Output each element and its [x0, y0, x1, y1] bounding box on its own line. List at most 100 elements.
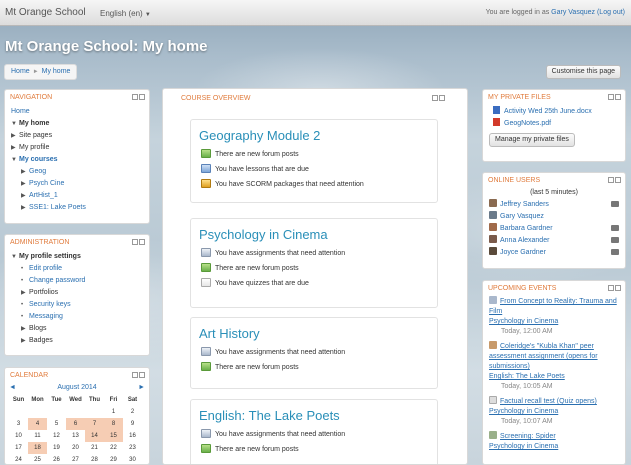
online-user[interactable]: Anna Alexander	[483, 235, 625, 247]
user-link[interactable]: Barbara Gardner	[500, 225, 553, 232]
collapse-icon[interactable]	[139, 372, 145, 378]
admin-item-portfolios[interactable]: ▶ Portfolios	[11, 287, 143, 299]
admin-item-edit-profile[interactable]: • Edit profile	[11, 263, 143, 275]
dock-icon[interactable]	[132, 239, 138, 245]
user-link[interactable]: Anna Alexander	[500, 237, 549, 244]
breadcrumb-my-home[interactable]: My home	[42, 68, 71, 75]
course-notice[interactable]: You have quizzes that are due	[191, 276, 437, 291]
calendar-day[interactable]: 9	[123, 418, 142, 430]
admin-item-security-keys[interactable]: • Security keys	[11, 299, 143, 311]
admin-link[interactable]: Messaging	[29, 313, 63, 320]
admin-item-messaging[interactable]: • Messaging	[11, 311, 143, 323]
course-link[interactable]: SSE1: Lake Poets	[29, 204, 86, 211]
calendar-day[interactable]: 22	[104, 442, 123, 454]
course-title-link[interactable]: English: The Lake Poets	[191, 400, 437, 427]
calendar-day[interactable]: 12	[47, 430, 66, 442]
nav-course-arthist[interactable]: ▶ ArtHist_1	[11, 190, 143, 202]
course-notice[interactable]: You have SCORM packages that need attent…	[191, 177, 437, 192]
course-notice[interactable]: You have assignments that need attention	[191, 246, 437, 261]
calendar-day[interactable]: 30	[123, 454, 142, 464]
calendar-day[interactable]: 28	[85, 454, 104, 464]
collapse-icon[interactable]	[139, 94, 145, 100]
calendar-day[interactable]: 4	[28, 418, 47, 430]
collapse-icon[interactable]	[615, 177, 621, 183]
admin-link[interactable]: Security keys	[29, 301, 71, 308]
dock-icon[interactable]	[608, 177, 614, 183]
calendar-day[interactable]: 26	[47, 454, 66, 464]
event-course-link[interactable]: Psychology in Cinema	[489, 443, 558, 450]
calendar-day[interactable]: 5	[47, 418, 66, 430]
calendar-day[interactable]: 17	[9, 442, 28, 454]
message-icon[interactable]	[611, 237, 619, 243]
admin-section-profile-settings[interactable]: ▼ My profile settings	[11, 251, 143, 263]
nav-course-psych[interactable]: ▶ Psych Cine	[11, 178, 143, 190]
next-month-icon[interactable]: ►	[138, 382, 145, 394]
calendar-day[interactable]: 11	[28, 430, 47, 442]
calendar-day[interactable]: 24	[9, 454, 28, 464]
calendar-day[interactable]: 27	[66, 454, 85, 464]
nav-home-link[interactable]: Home	[11, 108, 30, 115]
manage-private-files-button[interactable]: Manage my private files	[489, 133, 575, 147]
course-link[interactable]: Geog	[29, 168, 46, 175]
event-title-link[interactable]: Coleridge's "Kubla Khan" peer assessment…	[489, 343, 598, 370]
course-title-link[interactable]: Art History	[191, 318, 437, 345]
collapse-icon[interactable]	[439, 95, 445, 101]
user-link[interactable]: Gary Vasquez	[500, 213, 544, 220]
course-link[interactable]: ArtHist_1	[29, 192, 58, 199]
message-icon[interactable]	[611, 201, 619, 207]
message-icon[interactable]	[611, 249, 619, 255]
calendar-day[interactable]: 15	[104, 430, 123, 442]
calendar-day[interactable]: 16	[123, 430, 142, 442]
nav-course-geog[interactable]: ▶ Geog	[11, 166, 143, 178]
user-profile-link[interactable]: Gary Vasquez	[551, 9, 595, 16]
prev-month-icon[interactable]: ◄	[9, 382, 16, 394]
customise-page-button[interactable]: Customise this page	[545, 65, 621, 79]
course-notice[interactable]: There are new forum posts	[191, 442, 437, 457]
calendar-day[interactable]: 2	[123, 406, 142, 418]
admin-item-blogs[interactable]: ▶ Blogs	[11, 323, 143, 335]
calendar-day[interactable]: 10	[9, 430, 28, 442]
event-course-link[interactable]: Psychology in Cinema	[489, 318, 558, 325]
online-user[interactable]: Barbara Gardner	[483, 223, 625, 235]
file-link[interactable]: Activity Wed 25th June.docx	[504, 108, 592, 115]
dock-icon[interactable]	[132, 94, 138, 100]
calendar-day[interactable]: 23	[123, 442, 142, 454]
collapse-icon[interactable]	[615, 94, 621, 100]
course-notice[interactable]: There are new forum posts	[191, 360, 437, 375]
breadcrumb-home[interactable]: Home	[11, 68, 30, 75]
dock-icon[interactable]	[132, 372, 138, 378]
online-user[interactable]: Joyce Gardner	[483, 247, 625, 259]
admin-link[interactable]: Edit profile	[29, 265, 62, 272]
event-course-link[interactable]: English: The Lake Poets	[489, 373, 565, 380]
calendar-day[interactable]: 29	[104, 454, 123, 464]
collapse-icon[interactable]	[139, 239, 145, 245]
course-notice[interactable]: There are new forum posts	[191, 261, 437, 276]
nav-item-site-pages[interactable]: ▶ Site pages	[11, 130, 143, 142]
calendar-day[interactable]: 13	[66, 430, 85, 442]
language-selector[interactable]: English (en) ▼	[100, 9, 151, 18]
calendar-day[interactable]: 18	[28, 442, 47, 454]
course-notice[interactable]: You have lessons that are due	[191, 162, 437, 177]
site-brand[interactable]: Mt Orange School	[5, 7, 86, 18]
admin-item-change-password[interactable]: • Change password	[11, 275, 143, 287]
admin-link[interactable]: Change password	[29, 277, 85, 284]
nav-course-sse1[interactable]: ▶ SSE1: Lake Poets	[11, 202, 143, 214]
nav-item-my-courses[interactable]: ▼ My courses	[11, 154, 143, 166]
dock-icon[interactable]	[608, 285, 614, 291]
dock-icon[interactable]	[432, 95, 438, 101]
file-item[interactable]: Activity Wed 25th June.docx	[483, 106, 625, 118]
event-title-link[interactable]: Screening: Spider	[500, 433, 556, 440]
dock-icon[interactable]	[608, 94, 614, 100]
course-notice[interactable]: You have assignments that need attention	[191, 427, 437, 442]
nav-item-my-profile[interactable]: ▶ My profile	[11, 142, 143, 154]
calendar-day[interactable]: 21	[85, 442, 104, 454]
calendar-day[interactable]: 14	[85, 430, 104, 442]
event-title-link[interactable]: From Concept to Reality: Trauma and Film	[489, 298, 617, 315]
calendar-day[interactable]: 7	[85, 418, 104, 430]
user-link[interactable]: Joyce Gardner	[500, 249, 546, 256]
calendar-day[interactable]: 6	[66, 418, 85, 430]
logout-link[interactable]: (Log out)	[597, 9, 625, 16]
nav-item-home[interactable]: Home	[11, 106, 143, 118]
calendar-day[interactable]: 1	[104, 406, 123, 418]
calendar-month[interactable]: August 2014	[57, 384, 96, 391]
